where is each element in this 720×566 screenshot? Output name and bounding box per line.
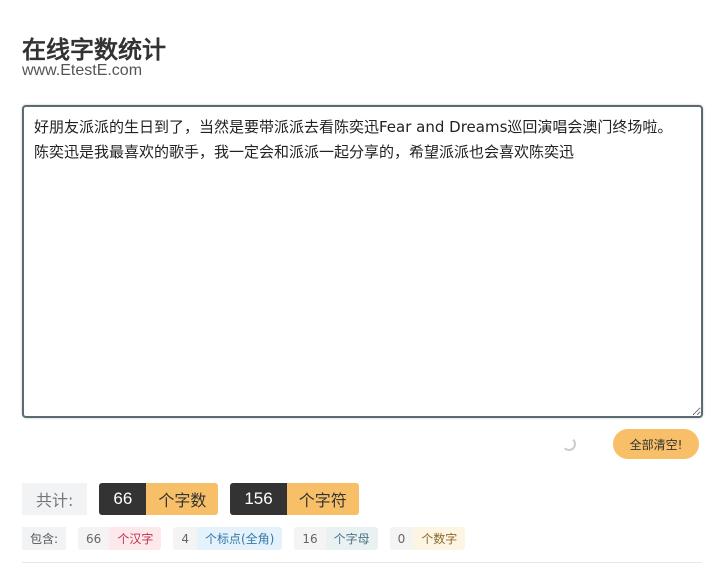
punct-count: 4 xyxy=(173,527,197,550)
char-count-stat: 66 个字数 xyxy=(99,483,219,515)
hanzi-count: 66 xyxy=(78,527,110,550)
digit-unit: 个数字 xyxy=(413,527,466,550)
letter-count: 16 xyxy=(294,527,326,550)
detail-stats: 包含: 66 个汉字 4 个标点(全角) 16 个字母 0 个数字 xyxy=(22,527,466,550)
page-title: 在线字数统计 xyxy=(22,36,166,64)
punct-chip: 4 个标点(全角) xyxy=(173,527,283,550)
hanzi-chip: 66 个汉字 xyxy=(78,527,162,550)
detail-label: 包含: xyxy=(22,527,67,550)
loading-spinner-icon xyxy=(562,437,576,451)
digit-count: 0 xyxy=(389,527,414,550)
char-count-unit: 个字数 xyxy=(146,483,219,515)
clear-all-button[interactable]: 全部清空! xyxy=(613,429,699,459)
divider xyxy=(22,562,702,563)
text-input[interactable]: 好朋友派派的生日到了，当然是要带派派去看陈奕迅Fear and Dreams巡回… xyxy=(22,105,703,418)
letter-chip: 16 个字母 xyxy=(294,527,378,550)
total-stats: 共计: 66 个字数 156 个字符 xyxy=(22,483,359,515)
char-count-value: 66 xyxy=(99,483,147,515)
hanzi-unit: 个汉字 xyxy=(109,527,162,550)
total-label: 共计: xyxy=(22,483,88,515)
symbol-count-unit: 个字符 xyxy=(286,483,359,515)
site-url: www.EtestE.com xyxy=(22,62,143,79)
symbol-count-stat: 156 个字符 xyxy=(230,483,359,515)
digit-chip: 0 个数字 xyxy=(389,527,466,550)
punct-unit: 个标点(全角) xyxy=(196,527,283,550)
letter-unit: 个字母 xyxy=(325,527,378,550)
symbol-count-value: 156 xyxy=(230,483,287,515)
